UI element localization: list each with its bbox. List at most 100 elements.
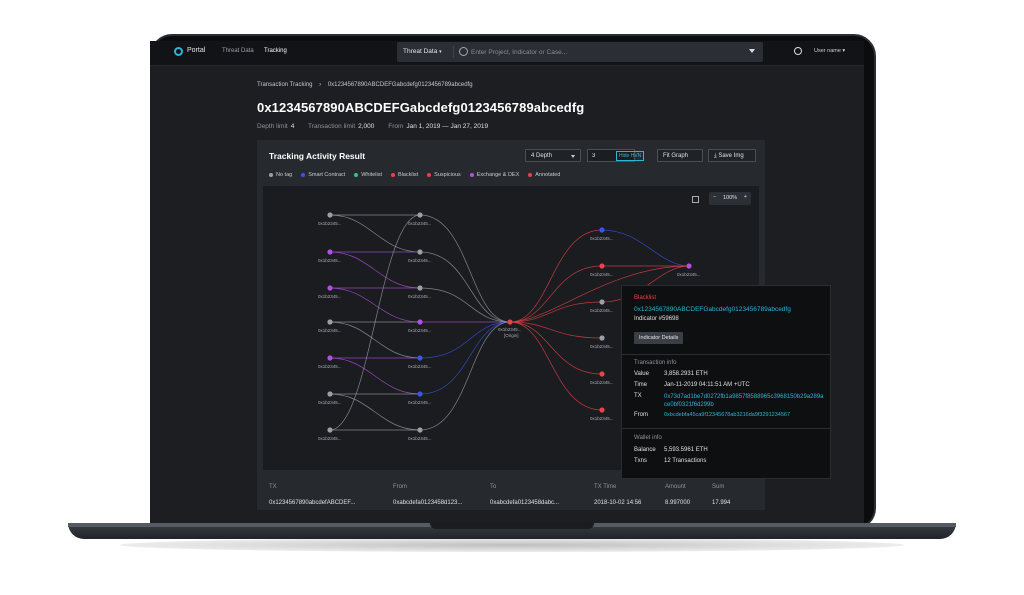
divider [622,428,830,429]
graph-node[interactable] [599,407,605,413]
graph-node[interactable] [417,285,423,291]
graph-node[interactable] [327,319,333,325]
transaction-edge [509,321,603,411]
col-tx[interactable]: TX [269,484,277,490]
laptop-shadow [120,538,904,552]
graph-node[interactable] [327,427,333,433]
node-label: 0x1b2345... [318,258,342,263]
legend-label: Exchange & DEX [476,172,520,178]
graph-node[interactable] [327,355,333,361]
graph-node[interactable] [327,212,333,218]
cell-tx[interactable]: 0x1234567890abcdefABCDEF... [269,500,355,506]
save-img-button[interactable]: ⤓ Save Img [708,149,756,162]
depth-label: Depth limit [257,123,288,130]
time-value: Jan-11-2019 04:11:51 AM +UTC [664,382,750,388]
cell-from[interactable]: 0xabcdefa0123458d123... [393,500,462,506]
address-link[interactable]: 0x1234567890ABCDEFGabcdefg0123456789abce… [634,306,791,313]
app-screen: Portal Threat Data Tracking Threat Data … [150,41,864,523]
cell-tx-time: 2018-10-02 14:56 [594,500,642,506]
graph-node[interactable] [507,319,513,325]
legend-item[interactable]: Suspicious [427,172,461,178]
graph-node[interactable] [327,391,333,397]
divider [622,354,830,355]
node-label: 0x1b2345... [318,364,342,369]
node-label: 0x1b2345... [408,258,432,263]
transaction-edge [509,321,603,375]
origin-tag: [Origin] [504,333,519,338]
cell-to[interactable]: 0xabcdefa0123458dabc... [490,500,559,506]
legend-label: No tag [276,172,293,178]
graph-node[interactable] [417,249,423,255]
legend-label: Blacklist [397,172,419,178]
from-label: From [388,123,404,130]
search-input[interactable] [471,45,741,59]
graph-node[interactable] [599,227,605,233]
legend-item[interactable]: Annotated [528,172,560,178]
value-amount: 3,858.2931 ETH [664,371,708,377]
indicator-id: Indicator #59698 [634,316,679,322]
breadcrumb: Transaction Tracking › 0x1234567890ABCDE… [257,82,478,88]
tracking-meta: Depth limit 4 Transaction limit 2,000 From… [257,123,500,130]
user-menu[interactable]: User name ▾ [814,48,845,54]
node-detail-popover: Blacklist 0x1234567890ABCDEFGabcdefg0123… [621,285,831,479]
col-amount[interactable]: Amount [665,484,686,490]
graph-node[interactable] [599,299,605,305]
hide-hvn-toggle[interactable]: Hide HVN [616,151,645,161]
col-to[interactable]: To [490,484,496,490]
legend-label: Suspicious [434,172,461,178]
graph-node[interactable] [417,427,423,433]
from-address-link[interactable]: 0xbcdebfa45ca9f12345678ab3216da9f3291234… [664,412,824,418]
legend-item[interactable]: Whitelist [354,172,382,178]
wallet-section-title: Wallet info [634,435,662,441]
legend-item[interactable]: Exchange & DEX [469,172,520,178]
node-label: 0x1b2345... [590,272,614,277]
col-from[interactable]: From [393,484,407,490]
node-label: 0x1b2345... [318,221,342,226]
col-tx-time[interactable]: TX Time [594,484,616,490]
graph-node[interactable] [599,263,605,269]
depth-value: 4 [290,123,295,130]
graph-node[interactable] [417,355,423,361]
legend-dot [301,172,306,177]
graph-node[interactable] [417,212,423,218]
chevron-down-icon [571,155,575,158]
brand-name[interactable]: Portal [187,47,205,54]
nav-tracking[interactable]: Tracking [264,48,287,54]
indicator-details-button[interactable]: Indicator Details [634,332,684,344]
legend-dot [269,172,273,177]
globe-icon[interactable] [794,47,802,55]
graph-node[interactable] [599,371,605,377]
graph-node[interactable] [417,319,423,325]
nav-threat-data[interactable]: Threat Data [222,48,254,54]
graph-node[interactable] [686,263,692,269]
node-label: 0x1b2345... [590,308,614,313]
transaction-edge [329,287,421,323]
node-label: 0x1b2345... [590,380,614,385]
col-sum[interactable]: Sum [712,484,724,490]
graph-node[interactable] [327,285,333,291]
logo-icon[interactable] [174,47,183,56]
legend-item[interactable]: No tag [269,172,292,178]
search-icon [459,47,468,56]
legend-dot [354,172,359,177]
legend-dot [390,172,395,177]
transaction-edge [329,393,421,431]
depth-select[interactable]: 4 Depth [525,149,581,162]
tx-key: TX [634,393,642,399]
legend-item[interactable]: Smart Contract [301,172,345,178]
legend-item[interactable]: Blacklist [390,172,419,178]
breadcrumb-tracking[interactable]: Transaction Tracking [257,82,312,88]
tx-limit-value: 2,000 [358,123,375,130]
transaction-edge [419,321,511,359]
transaction-edge [329,357,421,395]
graph-node[interactable] [599,335,605,341]
tx-hash-link[interactable]: 0x73d7ad1be7d0272fb1a9857f8588965c396815… [664,393,824,409]
date-range: Jan 1, 2019 — Jan 27, 2019 [406,123,489,130]
search-scope-select[interactable]: Threat Data ▾ [403,48,442,55]
graph-node[interactable] [327,249,333,255]
fit-graph-button[interactable]: Fit Graph [657,149,703,162]
chevron-down-icon[interactable] [749,49,755,53]
graph-node[interactable] [417,391,423,397]
node-label: 0x1b2345... [677,272,701,277]
txns-value: 12 Transactions [664,458,707,464]
